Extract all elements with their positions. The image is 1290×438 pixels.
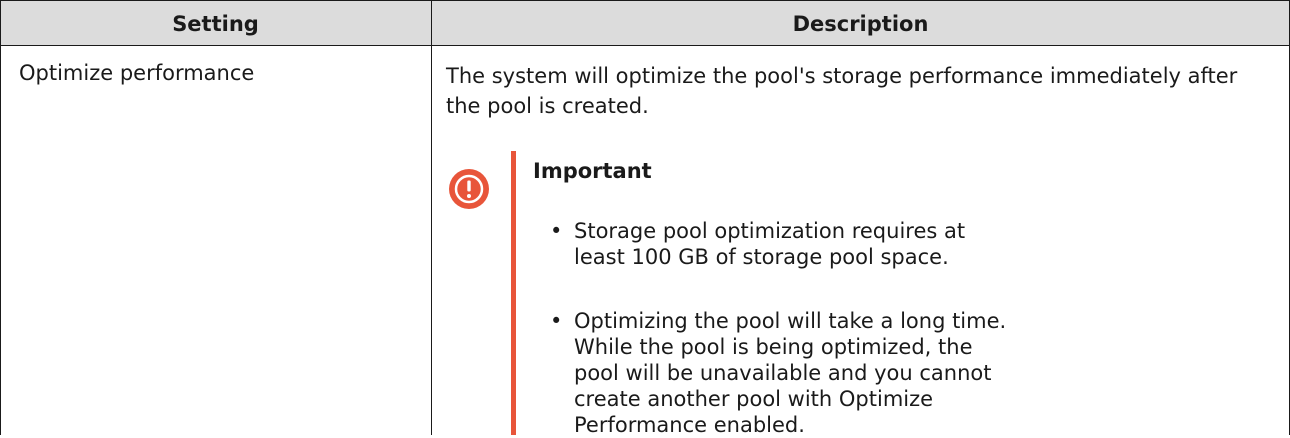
setting-name: Optimize performance: [19, 61, 255, 85]
table-left-border: [0, 0, 1, 435]
note-item: • Optimizing the pool will take a long t…: [550, 308, 1010, 438]
exclamation-icon: [448, 168, 490, 210]
header-description: Description: [792, 12, 929, 36]
setting-description: The system will optimize the pool's stor…: [446, 64, 1238, 118]
column-divider: [431, 0, 432, 435]
bullet: •: [550, 309, 563, 333]
bullet: •: [550, 219, 563, 243]
note-item-text: Optimizing the pool will take a long tim…: [574, 309, 1007, 437]
settings-table: Setting Description Optimize performance…: [0, 0, 1290, 438]
note-item-text: Storage pool optimization requires at le…: [574, 219, 966, 269]
note-item: • Storage pool optimization requires at …: [550, 218, 1020, 270]
table-header-row: Setting Description: [0, 0, 1290, 46]
important-title: Important: [533, 159, 652, 183]
important-note-bar: [511, 151, 516, 435]
header-setting: Setting: [172, 12, 259, 36]
